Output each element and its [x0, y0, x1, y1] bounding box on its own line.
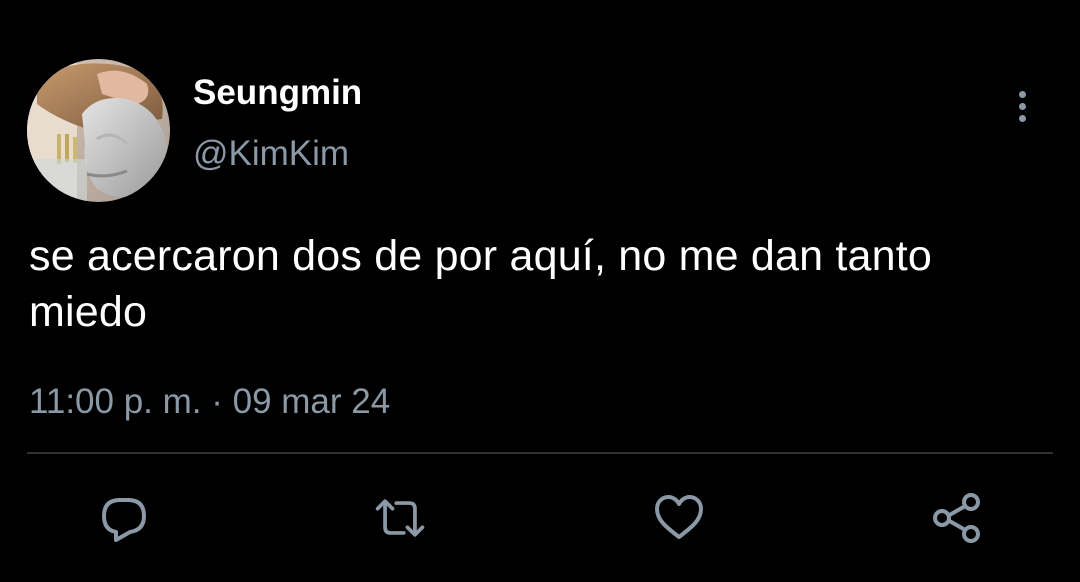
author-display-name[interactable]: Seungmin — [193, 73, 362, 113]
heart-icon — [655, 495, 703, 539]
retweet-icon — [375, 499, 425, 537]
reply-button[interactable] — [96, 490, 152, 546]
tweet-text: se acercaron dos de por aquí, no me dan … — [29, 232, 933, 336]
share-button[interactable] — [929, 490, 985, 546]
divider — [27, 452, 1053, 454]
more-options-button[interactable] — [1002, 86, 1042, 126]
avatar[interactable] — [27, 59, 170, 202]
reply-icon — [102, 498, 146, 542]
more-vertical-icon — [1018, 90, 1026, 98]
tweet-timestamp[interactable]: 11:00 p. m. · 09 mar 24 — [29, 380, 390, 424]
avatar-photo — [27, 59, 170, 202]
tweet: Seungmin @KimKim se acercaron dos de por… — [0, 0, 1080, 582]
like-button[interactable] — [651, 490, 707, 546]
retweet-button[interactable] — [372, 490, 428, 546]
author-handle[interactable]: @KimKim — [193, 133, 349, 175]
share-icon — [933, 493, 980, 543]
